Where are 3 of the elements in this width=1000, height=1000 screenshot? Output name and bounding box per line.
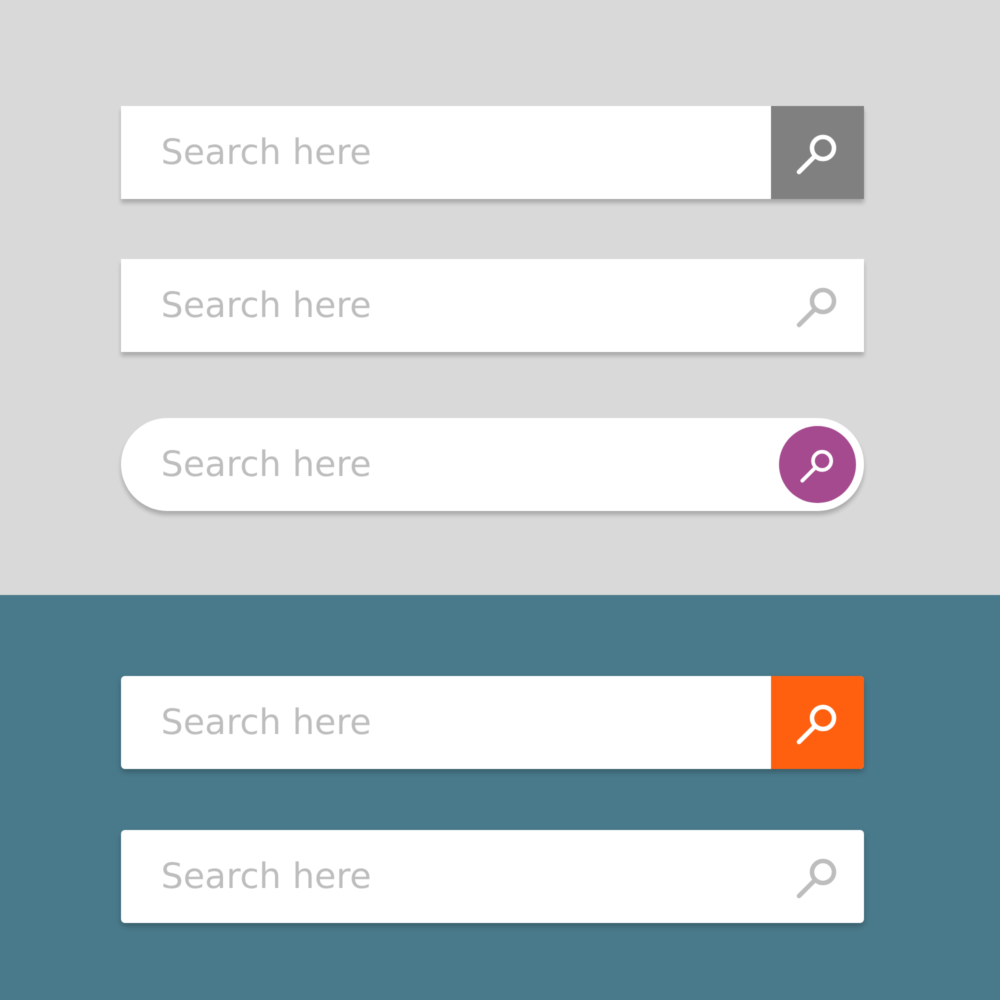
search-button[interactable]	[771, 106, 864, 199]
search-button[interactable]	[779, 426, 856, 503]
search-button[interactable]	[771, 676, 864, 769]
